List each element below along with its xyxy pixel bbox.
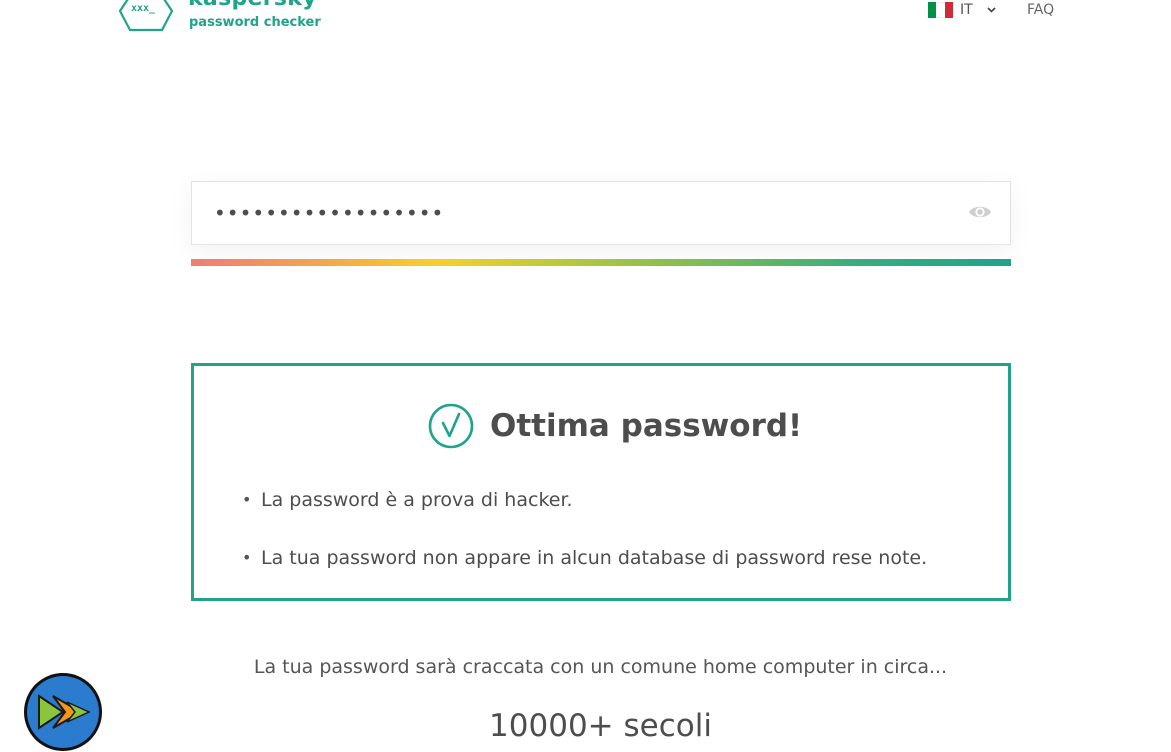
header: xxx_ kaspersky password checker IT FAQ — [0, 0, 1171, 40]
result-bullets: • La password è a prova di hacker. • La … — [242, 487, 927, 603]
brand-name[interactable]: kaspersky — [188, 0, 317, 12]
bullet-icon: • — [242, 490, 252, 509]
bullet-text: La tua password non appare in alcun data… — [261, 547, 928, 569]
check-circle-icon — [428, 403, 474, 449]
list-item: • La password è a prova di hacker. — [242, 487, 927, 545]
password-field[interactable] — [191, 181, 1011, 245]
result-header: Ottima password! — [428, 402, 802, 450]
crack-time-value: 10000+ secoli — [489, 708, 712, 744]
password-input[interactable] — [214, 196, 934, 230]
product-name: password checker — [189, 15, 321, 30]
language-selector[interactable]: IT — [928, 1, 996, 19]
svg-text:xxx_: xxx_ — [131, 3, 156, 14]
kaspersky-logo-icon[interactable]: xxx_ — [118, 0, 174, 34]
list-item: • La tua password non appare in alcun da… — [242, 545, 927, 603]
italy-flag-icon — [928, 2, 953, 18]
chevron-down-icon — [987, 7, 996, 13]
crack-time-label: La tua password sarà craccata con un com… — [253, 656, 948, 678]
password-strength-bar — [191, 259, 1011, 266]
result-title: Ottima password! — [490, 408, 803, 444]
faq-link[interactable]: FAQ — [1027, 1, 1054, 19]
bullet-text: La password è a prova di hacker. — [261, 489, 573, 511]
language-code: IT — [960, 2, 973, 18]
bullet-icon: • — [242, 548, 252, 567]
result-panel: Ottima password! • La password è a prova… — [191, 363, 1011, 601]
play-badge-icon[interactable] — [23, 672, 103, 752]
eye-icon[interactable] — [968, 203, 992, 221]
